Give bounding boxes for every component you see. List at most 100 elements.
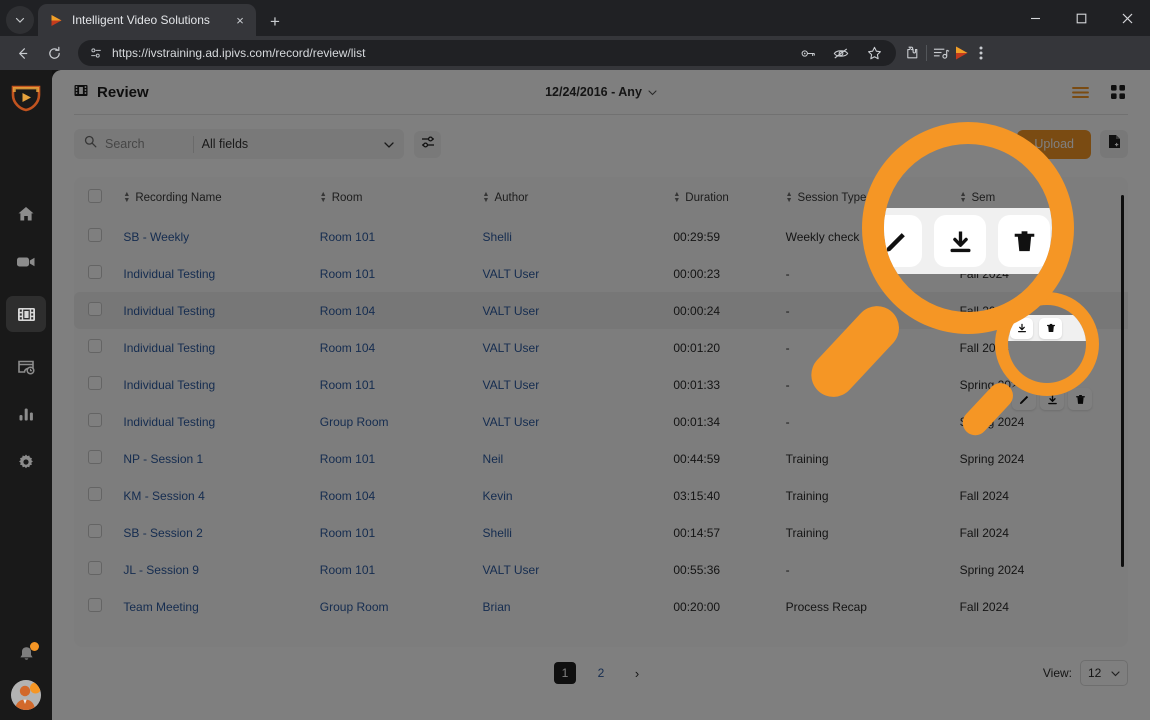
eye-slash-icon[interactable] <box>831 47 851 60</box>
row-checkbox[interactable] <box>88 339 102 353</box>
cell-room[interactable]: Room 101 <box>320 255 483 292</box>
cell-author[interactable]: Brian <box>483 588 674 625</box>
column-author[interactable]: ▲ ▼ Author <box>483 177 674 218</box>
select-all-checkbox[interactable] <box>88 189 102 203</box>
sidebar-item-settings[interactable] <box>8 448 44 476</box>
browser-tab[interactable]: Intelligent Video Solutions × <box>38 4 256 36</box>
column-recording-name[interactable]: ▲ ▼ Recording Name <box>123 177 319 218</box>
table-row[interactable]: SB - Session 2 Room 101 Shelli 00:14:57 Trai… <box>74 514 1128 551</box>
row-checkbox[interactable] <box>88 265 102 279</box>
search-box[interactable]: Search All fields <box>74 129 404 159</box>
page-settings-icon[interactable] <box>89 46 103 60</box>
cell-recording-name[interactable]: Individual Testing <box>123 366 319 403</box>
sidebar-item-schedule[interactable] <box>8 352 44 380</box>
window-minimize-button[interactable] <box>1012 0 1058 36</box>
cell-author[interactable]: Shelli <box>483 218 674 255</box>
grid-view-icon[interactable] <box>1108 82 1128 102</box>
cell-author[interactable]: Neil <box>483 440 674 477</box>
cell-recording-name[interactable]: Individual Testing <box>123 403 319 440</box>
cell-room[interactable]: Room 101 <box>320 440 483 477</box>
sidebar-item-review[interactable] <box>6 296 46 332</box>
window-maximize-button[interactable] <box>1058 0 1104 36</box>
next-page-button[interactable]: › <box>626 662 648 684</box>
table-row[interactable]: KM - Session 4 Room 104 Kevin 03:15:40 Train… <box>74 477 1128 514</box>
cell-room[interactable]: Room 104 <box>319 292 483 329</box>
cell-room[interactable]: Room 104 <box>320 329 483 366</box>
tab-close-icon[interactable]: × <box>232 14 248 27</box>
extensions-puzzle-icon[interactable] <box>902 45 922 61</box>
cell-recording-name[interactable]: Individual Testing <box>123 292 320 329</box>
delete-row-button-magnified[interactable] <box>998 215 1050 267</box>
cell-author[interactable]: VALT User <box>482 292 674 329</box>
row-checkbox[interactable] <box>88 561 102 575</box>
cell-recording-name[interactable]: SB - Session 2 <box>123 514 319 551</box>
cell-author[interactable]: Kevin <box>483 477 674 514</box>
cell-author[interactable]: VALT User <box>483 329 674 366</box>
search-scope-select[interactable]: All fields <box>202 137 394 151</box>
row-checkbox[interactable] <box>88 302 102 316</box>
delete-row-button[interactable] <box>1068 388 1092 410</box>
date-range-filter[interactable]: 12/24/2016 - Any <box>545 85 657 99</box>
cell-room[interactable]: Room 101 <box>320 218 483 255</box>
cell-recording-name[interactable]: Individual Testing <box>123 255 319 292</box>
kebab-menu-icon[interactable] <box>971 45 991 61</box>
row-checkbox[interactable] <box>88 487 102 501</box>
cell-author[interactable]: VALT User <box>483 551 674 588</box>
table-row[interactable]: Team Meeting Group Room Brian 00:20:00 Proce… <box>74 588 1128 625</box>
row-checkbox[interactable] <box>88 450 102 464</box>
cell-recording-name[interactable]: NP - Session 1 <box>123 440 319 477</box>
ivs-profile-icon[interactable] <box>951 45 971 61</box>
cell-room[interactable]: Room 101 <box>320 551 483 588</box>
reading-list-icon[interactable] <box>931 46 951 60</box>
tab-search-chevron-icon[interactable] <box>6 6 34 34</box>
cell-room[interactable]: Group Room <box>320 588 483 625</box>
bookmark-star-icon[interactable] <box>864 46 884 61</box>
cell-recording-name[interactable]: SB - Weekly <box>123 218 319 255</box>
page-size-select[interactable]: 12 <box>1080 660 1128 686</box>
sidebar-item-record[interactable] <box>8 248 44 276</box>
cell-recording-name[interactable]: Team Meeting <box>123 588 319 625</box>
column-duration[interactable]: ▲ ▼ Duration <box>673 177 785 218</box>
cell-room[interactable]: Room 104 <box>320 477 483 514</box>
download-row-button-magnified[interactable] <box>934 215 986 267</box>
reload-button[interactable] <box>40 39 68 67</box>
edit-row-button-magnified[interactable] <box>884 215 922 267</box>
column-room[interactable]: ▲ ▼ Room <box>320 177 483 218</box>
cell-author[interactable]: Shelli <box>483 514 674 551</box>
table-row[interactable]: Individual Testing Room 101 VALT User 00:01… <box>74 366 1128 403</box>
list-view-icon[interactable] <box>1070 82 1090 102</box>
cell-room[interactable]: Room 101 <box>320 366 483 403</box>
export-file-button[interactable] <box>1100 130 1128 158</box>
row-checkbox[interactable] <box>88 376 102 390</box>
delete-row-button-magnified-small[interactable] <box>1039 317 1062 339</box>
password-key-icon[interactable] <box>798 47 818 60</box>
sidebar-item-home[interactable] <box>8 200 44 228</box>
row-checkbox[interactable] <box>88 598 102 612</box>
cell-author[interactable]: VALT User <box>483 366 674 403</box>
page-button-1[interactable]: 1 <box>554 662 576 684</box>
table-row[interactable]: JL - Session 9 Room 101 VALT User 00:55:36 -… <box>74 551 1128 588</box>
user-avatar[interactable] <box>11 680 41 710</box>
cell-author[interactable]: VALT User <box>483 255 674 292</box>
window-close-button[interactable] <box>1104 0 1150 36</box>
cell-recording-name[interactable]: KM - Session 4 <box>123 477 319 514</box>
cell-author[interactable]: VALT User <box>483 403 674 440</box>
new-tab-button[interactable]: + <box>270 13 280 30</box>
ivs-shield-logo-icon[interactable] <box>11 84 41 112</box>
notifications-bell-icon[interactable] <box>14 642 39 666</box>
address-bar[interactable]: https://ivstraining.ad.ipivs.com/record/… <box>78 40 896 66</box>
cell-room[interactable]: Room 101 <box>320 514 483 551</box>
cell-room[interactable]: Group Room <box>320 403 483 440</box>
advanced-filter-button[interactable] <box>414 130 441 158</box>
search-input[interactable]: Search <box>105 137 145 151</box>
page-button-2[interactable]: 2 <box>590 662 612 684</box>
row-checkbox[interactable] <box>88 228 102 242</box>
cell-recording-name[interactable]: Individual Testing <box>123 329 319 366</box>
table-scrollbar[interactable] <box>1121 195 1124 567</box>
cell-recording-name[interactable]: JL - Session 9 <box>123 551 319 588</box>
sidebar-item-analytics[interactable] <box>8 400 44 428</box>
row-checkbox[interactable] <box>88 524 102 538</box>
back-button[interactable] <box>8 39 36 67</box>
table-row[interactable]: NP - Session 1 Room 101 Neil 00:44:59 Traini… <box>74 440 1128 477</box>
table-row[interactable]: Individual Testing Room 104 VALT User 00:01… <box>74 329 1128 366</box>
